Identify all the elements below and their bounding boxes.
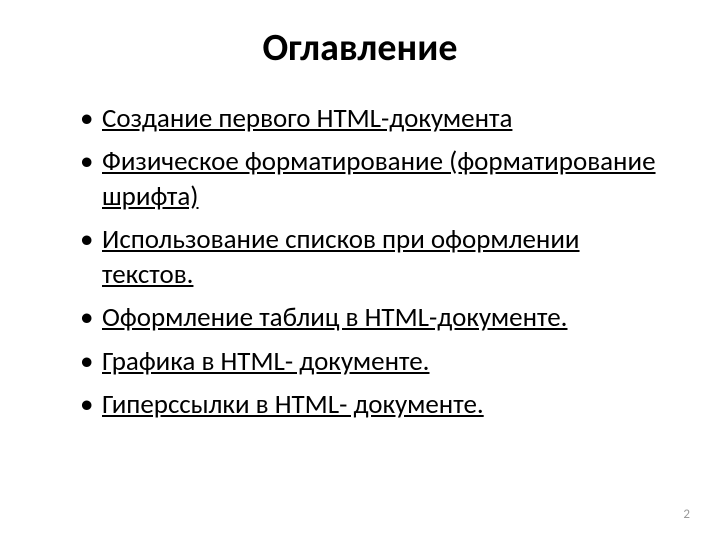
toc-link-first-html-doc[interactable]: Создание первого HTML-документа xyxy=(102,102,512,135)
toc-item: Графика в HTML- документе. xyxy=(80,344,670,379)
table-of-contents: Создание первого HTML-документа Физическ… xyxy=(50,101,670,422)
toc-item: Создание первого HTML-документа xyxy=(80,101,670,136)
slide-container: Оглавление Создание первого HTML-докумен… xyxy=(0,0,720,540)
page-title: Оглавление xyxy=(50,25,670,71)
toc-link-using-lists[interactable]: Использование списков при оформлении тек… xyxy=(102,223,580,291)
toc-item: Оформление таблиц в HTML-документе. xyxy=(80,300,670,335)
toc-item: Использование списков при оформлении тек… xyxy=(80,222,670,292)
toc-link-tables-design[interactable]: Оформление таблиц в HTML-документе. xyxy=(102,301,568,334)
toc-item: Физическое форматирование (форматировани… xyxy=(80,144,670,214)
toc-link-physical-formatting[interactable]: Физическое форматирование (форматировани… xyxy=(102,145,656,213)
page-number: 2 xyxy=(683,507,690,522)
toc-item: Гиперссылки в HTML- документе. xyxy=(80,387,670,422)
toc-link-graphics[interactable]: Графика в HTML- документе. xyxy=(102,345,429,378)
toc-link-hyperlinks[interactable]: Гиперссылки в HTML- документе. xyxy=(102,388,484,421)
